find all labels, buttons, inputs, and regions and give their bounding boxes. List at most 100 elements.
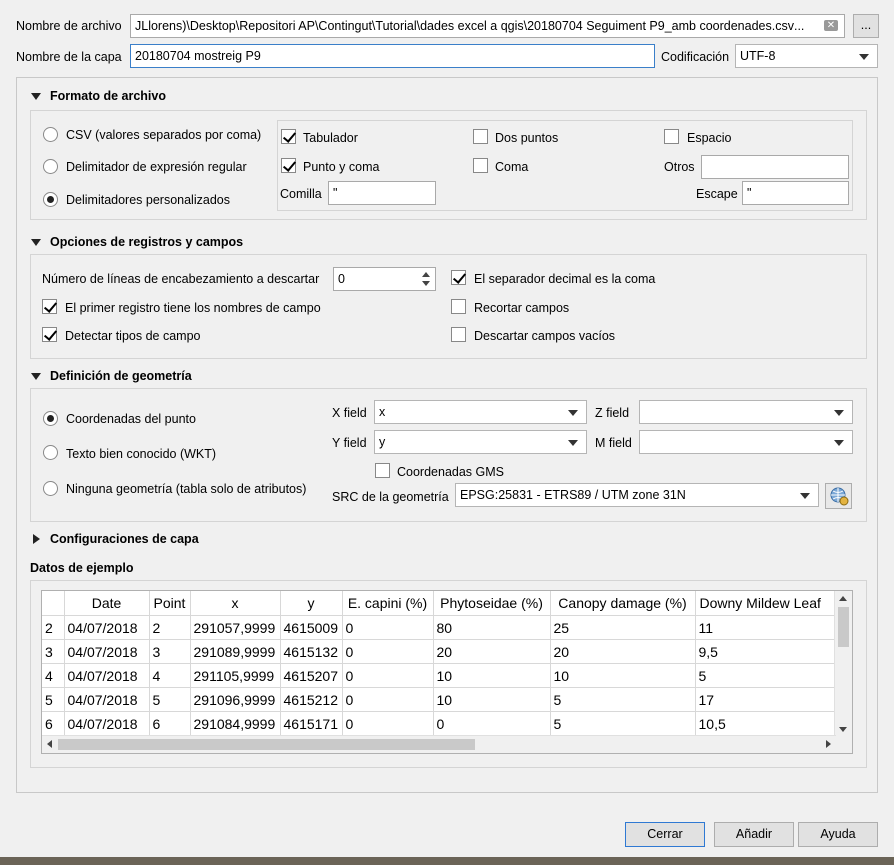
colon-checkbox[interactable] bbox=[473, 129, 488, 144]
semicolon-label[interactable]: Punto y coma bbox=[303, 159, 379, 175]
table-cell: 291089,9999 bbox=[190, 639, 281, 664]
radio-regex-label[interactable]: Delimitador de expresión regular bbox=[66, 159, 247, 175]
x-field-select[interactable]: x bbox=[374, 400, 587, 424]
close-button[interactable]: Cerrar bbox=[625, 822, 705, 847]
radio-wkt-label[interactable]: Texto bien conocido (WKT) bbox=[66, 446, 216, 462]
vertical-scrollbar[interactable] bbox=[834, 591, 852, 737]
table-row[interactable]: 2 04/07/2018 2 291057,9999 4615009 0 80 … bbox=[42, 615, 836, 640]
dms-checkbox[interactable] bbox=[375, 463, 390, 478]
escape-input[interactable]: " bbox=[742, 181, 849, 205]
dms-label[interactable]: Coordenadas GMS bbox=[397, 464, 504, 480]
table-row[interactable]: 6 04/07/2018 6 291084,9999 4615171 0 0 5… bbox=[42, 711, 836, 736]
table-row[interactable]: 3 04/07/2018 3 291089,9999 4615132 0 20 … bbox=[42, 639, 836, 664]
radio-custom-delimiters[interactable] bbox=[43, 192, 58, 207]
trim-fields-label[interactable]: Recortar campos bbox=[474, 300, 569, 316]
m-field-select[interactable] bbox=[639, 430, 853, 454]
detect-types-label[interactable]: Detectar tipos de campo bbox=[65, 328, 201, 344]
detect-types-checkbox[interactable] bbox=[42, 327, 57, 342]
radio-custom-label[interactable]: Delimitadores personalizados bbox=[66, 192, 230, 208]
collapse-triangle-icon[interactable] bbox=[31, 239, 41, 246]
discard-empty-label[interactable]: Descartar campos vacíos bbox=[474, 328, 615, 344]
radio-no-geometry[interactable] bbox=[43, 481, 58, 496]
encoding-select[interactable]: UTF-8 bbox=[735, 44, 878, 68]
crs-select-button[interactable] bbox=[825, 483, 852, 509]
radio-point-label[interactable]: Coordenadas del punto bbox=[66, 411, 196, 427]
collapse-triangle-icon[interactable] bbox=[31, 373, 41, 380]
scroll-down-icon[interactable] bbox=[839, 727, 847, 732]
scroll-left-icon[interactable] bbox=[47, 740, 52, 748]
column-header[interactable]: Date bbox=[64, 591, 150, 616]
z-field-select[interactable] bbox=[639, 400, 853, 424]
radio-csv-label[interactable]: CSV (valores separados por coma) bbox=[66, 127, 261, 143]
horizontal-scrollbar[interactable] bbox=[42, 735, 836, 753]
table-cell: 9,5 bbox=[695, 639, 836, 664]
trim-fields-checkbox[interactable] bbox=[451, 299, 466, 314]
browse-button[interactable]: ... bbox=[853, 14, 879, 38]
column-header[interactable]: Downy Mildew Leaf bbox=[695, 591, 836, 616]
scroll-up-icon[interactable] bbox=[839, 596, 847, 601]
column-header[interactable]: x bbox=[190, 591, 281, 616]
space-checkbox[interactable] bbox=[664, 129, 679, 144]
row-number-header bbox=[42, 591, 65, 616]
expand-triangle-icon[interactable] bbox=[33, 534, 40, 544]
table-header-row: Date Point x y E. capini (%) Phytoseidae… bbox=[42, 591, 836, 616]
table-row[interactable]: 4 04/07/2018 4 291105,9999 4615207 0 10 … bbox=[42, 663, 836, 688]
first-record-names-checkbox[interactable] bbox=[42, 299, 57, 314]
collapse-triangle-icon[interactable] bbox=[31, 93, 41, 100]
help-button[interactable]: Ayuda bbox=[798, 822, 878, 847]
spin-up-icon[interactable] bbox=[422, 272, 430, 277]
space-label[interactable]: Espacio bbox=[687, 130, 731, 146]
horizontal-scroll-thumb[interactable] bbox=[58, 739, 475, 750]
table-cell: 6 bbox=[149, 711, 191, 736]
crs-value: EPSG:25831 - ETRS89 / UTM zone 31N bbox=[460, 488, 686, 502]
table-row[interactable]: 5 04/07/2018 5 291096,9999 4615212 0 10 … bbox=[42, 687, 836, 712]
comma-checkbox[interactable] bbox=[473, 158, 488, 173]
column-header[interactable]: Canopy damage (%) bbox=[550, 591, 696, 616]
first-record-names-label[interactable]: El primer registro tiene los nombres de … bbox=[65, 300, 321, 316]
table-cell: 4615132 bbox=[280, 639, 343, 664]
tab-checkbox[interactable] bbox=[281, 129, 296, 144]
radio-regex[interactable] bbox=[43, 159, 58, 174]
table-cell: 10 bbox=[433, 663, 551, 688]
radio-no-geometry-label[interactable]: Ninguna geometría (tabla solo de atribut… bbox=[66, 481, 306, 497]
geometry-title[interactable]: Definición de geometría bbox=[50, 368, 192, 384]
file-format-title[interactable]: Formato de archivo bbox=[50, 88, 166, 104]
table-cell: 4615207 bbox=[280, 663, 343, 688]
column-header[interactable]: y bbox=[280, 591, 343, 616]
vertical-scroll-thumb[interactable] bbox=[838, 607, 849, 647]
others-input[interactable] bbox=[701, 155, 849, 179]
encoding-label: Codificación bbox=[661, 50, 730, 64]
radio-wkt[interactable] bbox=[43, 445, 58, 460]
layer-settings-title[interactable]: Configuraciones de capa bbox=[50, 531, 199, 547]
table-cell: 2 bbox=[149, 615, 191, 640]
crs-select[interactable]: EPSG:25831 - ETRS89 / UTM zone 31N bbox=[455, 483, 819, 507]
decimal-comma-label[interactable]: El separador decimal es la coma bbox=[474, 271, 655, 287]
clear-icon[interactable]: ✕ bbox=[824, 20, 838, 31]
colon-label[interactable]: Dos puntos bbox=[495, 130, 558, 146]
quote-input[interactable]: " bbox=[328, 181, 436, 205]
encoding-value: UTF-8 bbox=[740, 49, 776, 63]
layer-name-input[interactable]: 20180704 mostreig P9 bbox=[130, 44, 655, 68]
table-cell: 0 bbox=[342, 639, 434, 664]
add-button[interactable]: Añadir bbox=[714, 822, 794, 847]
comma-label[interactable]: Coma bbox=[495, 159, 528, 175]
spin-down-icon[interactable] bbox=[422, 281, 430, 286]
decimal-comma-checkbox[interactable] bbox=[451, 270, 466, 285]
column-header[interactable]: Phytoseidae (%) bbox=[433, 591, 551, 616]
table-cell: 291096,9999 bbox=[190, 687, 281, 712]
radio-point-coordinates[interactable] bbox=[43, 411, 58, 426]
table-cell: 5 bbox=[550, 711, 696, 736]
discard-empty-checkbox[interactable] bbox=[451, 327, 466, 342]
y-field-select[interactable]: y bbox=[374, 430, 587, 454]
skip-lines-spinbox[interactable]: 0 bbox=[333, 267, 436, 291]
semicolon-checkbox[interactable] bbox=[281, 158, 296, 173]
column-header[interactable]: Point bbox=[149, 591, 191, 616]
sample-data-table[interactable]: Date Point x y E. capini (%) Phytoseidae… bbox=[41, 590, 853, 754]
file-path-input[interactable]: ...JLlorens)\Desktop\Repositori AP\Conti… bbox=[130, 14, 845, 38]
records-title[interactable]: Opciones de registros y campos bbox=[50, 234, 243, 250]
quote-label: Comilla bbox=[280, 187, 322, 201]
tab-label[interactable]: Tabulador bbox=[303, 130, 358, 146]
column-header[interactable]: E. capini (%) bbox=[342, 591, 434, 616]
scroll-right-icon[interactable] bbox=[826, 740, 831, 748]
radio-csv[interactable] bbox=[43, 127, 58, 142]
